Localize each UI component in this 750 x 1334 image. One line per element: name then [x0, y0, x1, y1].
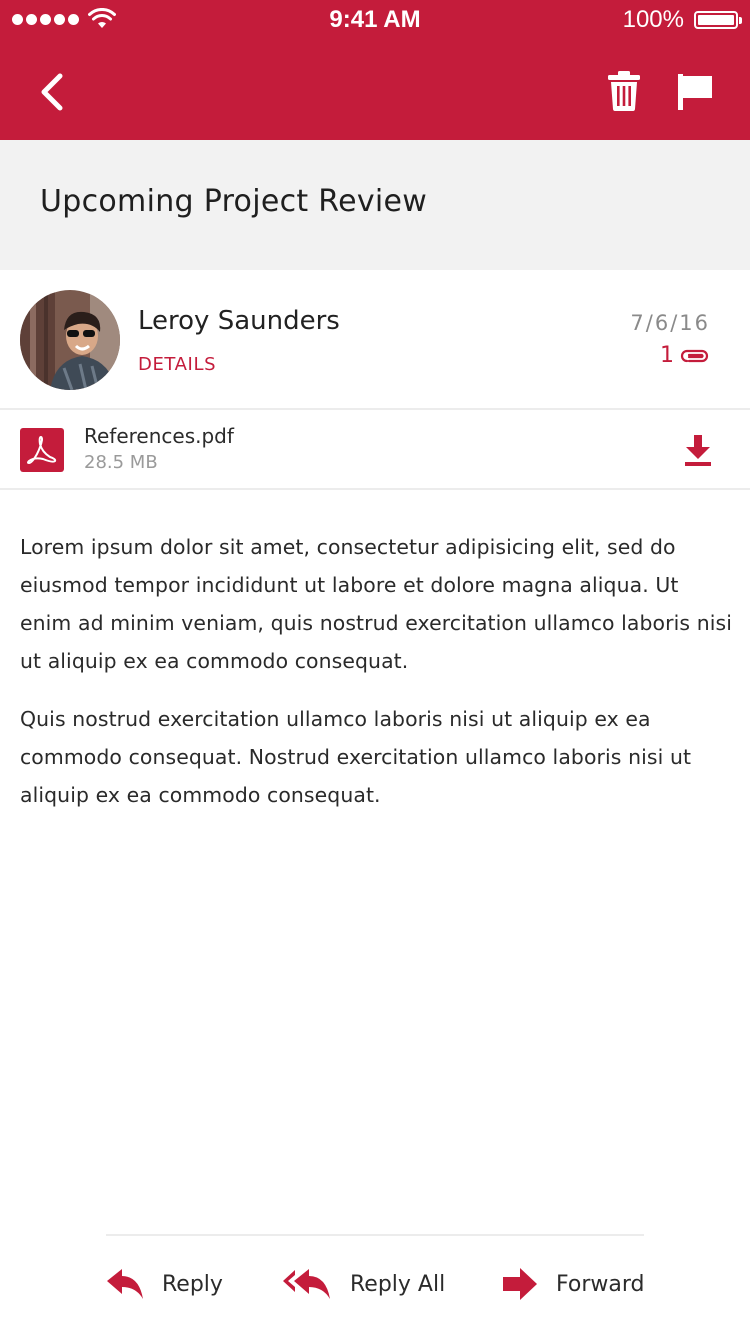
divider [0, 488, 750, 490]
avatar[interactable] [20, 290, 120, 390]
forward-arrow-icon [503, 1268, 537, 1300]
forward-button[interactable]: Forward [502, 1262, 644, 1306]
reply-label: Reply [162, 1271, 223, 1297]
attachment-file-name[interactable]: References.pdf [84, 424, 234, 448]
back-button[interactable] [36, 70, 68, 114]
body-paragraph: Quis nostrud exercitation ullamco labori… [20, 707, 692, 807]
attachment-row[interactable] [0, 410, 750, 488]
details-link[interactable]: DETAILS [138, 354, 216, 375]
status-bar: 9:41 AM 100% [0, 0, 750, 40]
acrobat-logo-icon [27, 436, 57, 464]
sender-name: Leroy Saunders [138, 306, 340, 336]
delete-button[interactable] [606, 70, 642, 112]
paperclip-icon [680, 349, 709, 362]
reply-button[interactable]: Reply [106, 1262, 223, 1306]
reply-all-label: Reply All [350, 1271, 446, 1297]
download-icon [685, 435, 711, 466]
forward-label: Forward [556, 1271, 645, 1297]
chevron-left-icon [41, 73, 63, 111]
reply-all-button[interactable]: Reply All [282, 1262, 445, 1306]
email-body: Lorem ipsum dolor sit amet, consectetur … [20, 528, 732, 834]
sender-photo [20, 290, 120, 390]
body-paragraph: Lorem ipsum dolor sit amet, consectetur … [20, 535, 732, 673]
attachment-count-value: 1 [660, 343, 674, 368]
attachment-count: 1 [660, 343, 710, 368]
email-date: 7/6/16 [630, 311, 710, 335]
reply-icon [107, 1269, 143, 1299]
email-subject: Upcoming Project Review [40, 184, 428, 219]
reply-all-icon [283, 1269, 330, 1299]
battery-percent: 100% [622, 6, 684, 33]
download-button[interactable] [683, 434, 713, 468]
trash-icon [608, 71, 640, 111]
pdf-icon [20, 428, 64, 472]
action-bar-divider [106, 1234, 644, 1236]
attachment-file-size: 28.5 MB [84, 452, 158, 473]
flag-button[interactable] [676, 72, 716, 112]
battery-icon [694, 11, 742, 29]
flag-icon [678, 74, 712, 110]
